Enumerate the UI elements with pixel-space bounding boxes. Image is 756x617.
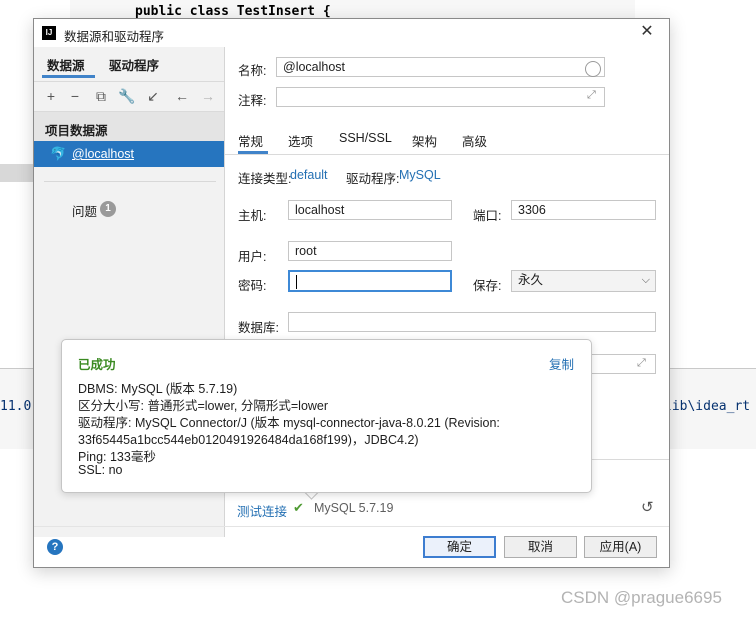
test-result-version: MySQL 5.7.19 [314,501,394,515]
divider [34,526,669,527]
port-label: 端口: [473,209,502,223]
help-icon[interactable]: ? [47,539,63,555]
mysql-dolphin-icon: 🐬 [50,146,67,161]
intellij-logo-icon: IJ [42,26,56,40]
driver-label: 驱动程序: [346,172,400,186]
forward-arrow-icon[interactable]: → [199,87,217,105]
ide-gutter-highlight [0,164,33,182]
password-label: 密码: [238,279,267,293]
comment-field[interactable] [276,87,605,107]
test-connection-link[interactable]: 测试连接 [237,501,287,520]
comment-label: 注释: [238,94,267,108]
name-label: 名称: [238,64,267,78]
save-select[interactable]: 永久 ⌵ [511,270,656,292]
connection-type-link[interactable]: default [290,168,328,182]
datasource-label: @localhost [72,147,135,161]
add-icon[interactable]: + [42,87,60,105]
color-circle-icon[interactable] [585,61,601,77]
revert-icon[interactable]: ↺ [641,498,654,516]
copy-link[interactable]: 复制 [549,354,574,373]
section-header-label: 项目数据源 [45,124,108,138]
problems-count-badge: 1 [100,201,116,217]
user-field[interactable]: root [288,241,452,261]
divider [34,81,224,82]
back-arrow-icon[interactable]: ← [173,87,191,105]
divider [44,181,216,182]
popup-line-ssl: SSL: no [78,463,123,477]
database-label: 数据库: [238,321,279,335]
driver-link[interactable]: MySQL [399,168,441,182]
dialog-title: 数据源和驱动程序 [64,30,165,44]
tab-datasources[interactable]: 数据源 [47,55,85,74]
ok-button[interactable]: 确定 [423,536,496,558]
tab-schemas[interactable]: 架构 [412,131,437,150]
cancel-button[interactable]: 取消 [504,536,577,558]
code-line: public class TestInsert { [135,4,331,19]
tab-options[interactable]: 选项 [288,131,313,150]
divider [225,154,669,155]
wrench-icon[interactable]: 🔧 [118,87,136,105]
connection-type-label: 连接类型: [238,172,292,186]
tab-drivers[interactable]: 驱动程序 [109,55,159,74]
database-field[interactable] [288,312,656,332]
port-field[interactable]: 3306 [511,200,656,220]
password-field[interactable] [288,270,452,292]
import-icon[interactable]: ↙ [144,87,162,105]
console-text-right: lib\idea_rt [664,399,751,414]
connection-success-popup: 已成功 复制 DBMS: MySQL (版本 5.7.19) 区分大小写: 普通… [61,339,592,493]
tab-ssh-ssl[interactable]: SSH/SSL [339,131,392,145]
expand-icon[interactable]: ⤢ [637,357,646,370]
tab-advanced[interactable]: 高级 [462,131,487,150]
user-label: 用户: [238,250,267,264]
checkmark-icon: ✔ [293,500,304,515]
tab-general[interactable]: 常规 [238,131,263,150]
datasource-item-localhost[interactable]: 🐬 @localhost [34,141,224,167]
dialog-titlebar: IJ 数据源和驱动程序 ✕ [34,19,669,47]
remove-icon[interactable]: − [66,87,84,105]
host-label: 主机: [238,209,267,223]
section-header: 项目数据源 [34,112,224,141]
expand-icon[interactable]: ⤢ [587,89,596,102]
popup-title: 已成功 [78,358,116,372]
close-icon[interactable]: ✕ [637,22,657,42]
name-field[interactable]: @localhost [276,57,605,77]
problems-link[interactable]: 问题 [72,201,97,220]
active-tab-underline [42,75,95,78]
console-text-left: 11.0 [0,399,32,414]
apply-button[interactable]: 应用(A) [584,536,657,558]
chevron-down-icon: ⌵ [641,274,650,286]
save-label: 保存: [473,279,502,293]
watermark: CSDN @prague6695 [561,588,722,607]
duplicate-icon[interactable]: ⧉ [92,87,110,105]
host-field[interactable]: localhost [288,200,452,220]
